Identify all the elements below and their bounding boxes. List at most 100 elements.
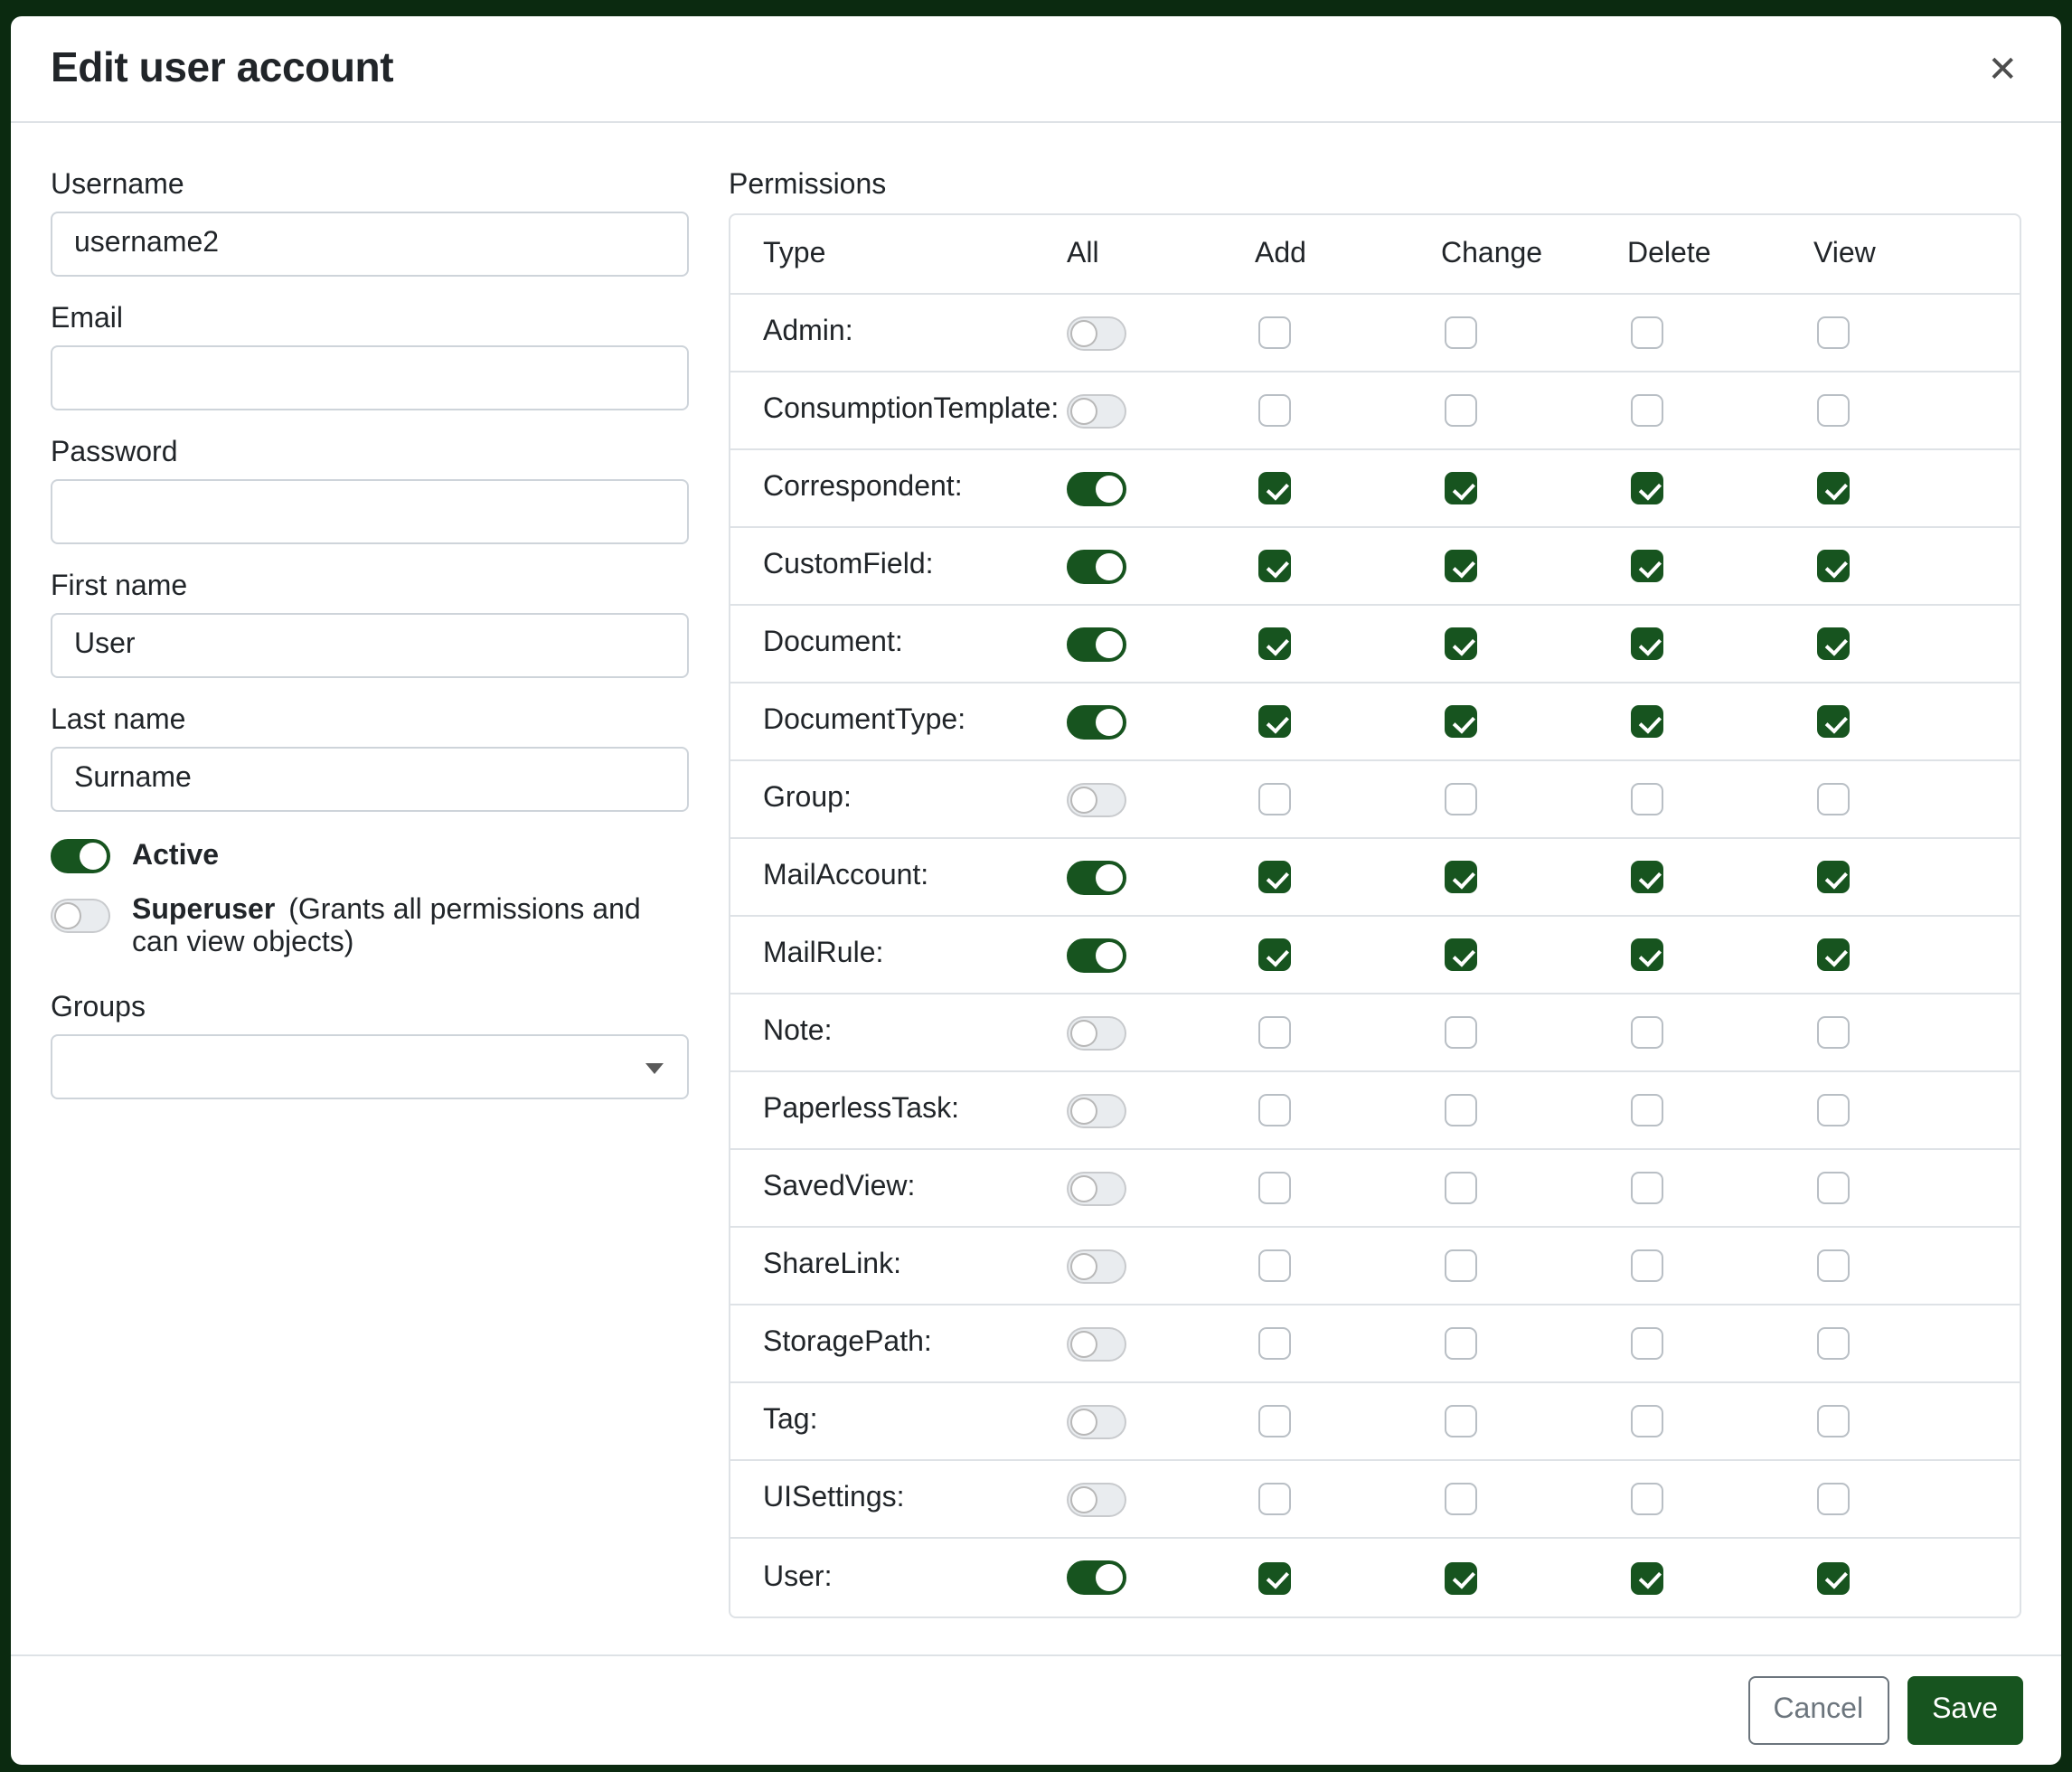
perm-view-checkbox[interactable] xyxy=(1817,1016,1850,1049)
perm-all-toggle[interactable] xyxy=(1067,627,1126,661)
perm-view-checkbox[interactable] xyxy=(1817,1405,1850,1437)
perm-change-checkbox[interactable] xyxy=(1445,1405,1477,1437)
perm-view-checkbox[interactable] xyxy=(1817,1327,1850,1360)
perm-view-checkbox[interactable] xyxy=(1817,394,1850,427)
perm-add-checkbox[interactable] xyxy=(1258,472,1291,504)
perm-change-checkbox[interactable] xyxy=(1445,861,1477,893)
perm-view-checkbox[interactable] xyxy=(1817,1172,1850,1204)
cancel-button[interactable]: Cancel xyxy=(1747,1675,1888,1745)
perm-all-toggle[interactable] xyxy=(1067,704,1126,739)
perm-change-checkbox[interactable] xyxy=(1445,472,1477,504)
perm-all-toggle[interactable] xyxy=(1067,1482,1126,1516)
perm-add-checkbox[interactable] xyxy=(1258,627,1291,660)
perm-add-checkbox[interactable] xyxy=(1258,550,1291,582)
perm-delete-checkbox[interactable] xyxy=(1631,627,1663,660)
perm-view-checkbox[interactable] xyxy=(1817,1561,1850,1594)
perm-all-toggle[interactable] xyxy=(1067,1326,1126,1361)
perm-delete-checkbox[interactable] xyxy=(1631,1172,1663,1204)
perm-change-checkbox[interactable] xyxy=(1445,1172,1477,1204)
perm-add-checkbox[interactable] xyxy=(1258,1094,1291,1126)
password-input[interactable] xyxy=(51,479,689,544)
perm-change-checkbox[interactable] xyxy=(1445,394,1477,427)
perm-delete-checkbox[interactable] xyxy=(1631,1327,1663,1360)
perm-change-checkbox[interactable] xyxy=(1445,705,1477,738)
perm-row: MailRule: xyxy=(730,917,2020,994)
perm-view-checkbox[interactable] xyxy=(1817,783,1850,815)
perm-add-checkbox[interactable] xyxy=(1258,394,1291,427)
perm-delete-checkbox[interactable] xyxy=(1631,1561,1663,1594)
perm-all-toggle[interactable] xyxy=(1067,1249,1126,1283)
perm-add-checkbox[interactable] xyxy=(1258,861,1291,893)
perm-change-checkbox[interactable] xyxy=(1445,550,1477,582)
perm-delete-checkbox[interactable] xyxy=(1631,1405,1663,1437)
perm-all-toggle[interactable] xyxy=(1067,1093,1126,1127)
perm-change-checkbox[interactable] xyxy=(1445,938,1477,971)
perm-all-toggle[interactable] xyxy=(1067,471,1126,505)
perm-all-toggle[interactable] xyxy=(1067,1171,1126,1205)
perm-all-toggle[interactable] xyxy=(1067,938,1126,972)
groups-select[interactable] xyxy=(51,1034,689,1099)
perm-view-checkbox[interactable] xyxy=(1817,1483,1850,1515)
email-input[interactable] xyxy=(51,345,689,410)
perm-view-checkbox[interactable] xyxy=(1817,550,1850,582)
perm-delete-checkbox[interactable] xyxy=(1631,1016,1663,1049)
perm-delete-checkbox[interactable] xyxy=(1631,1249,1663,1282)
perm-all-toggle[interactable] xyxy=(1067,1015,1126,1050)
perm-delete-checkbox[interactable] xyxy=(1631,550,1663,582)
perm-add-checkbox[interactable] xyxy=(1258,1172,1291,1204)
perm-delete-checkbox[interactable] xyxy=(1631,938,1663,971)
perm-change-checkbox[interactable] xyxy=(1445,1483,1477,1515)
perm-view-checkbox[interactable] xyxy=(1817,627,1850,660)
perm-view-checkbox[interactable] xyxy=(1817,861,1850,893)
perm-view-checkbox[interactable] xyxy=(1817,1249,1850,1282)
close-icon[interactable]: ✕ xyxy=(1983,43,2021,98)
perm-all-toggle[interactable] xyxy=(1067,860,1126,894)
perm-delete-checkbox[interactable] xyxy=(1631,1483,1663,1515)
perm-col-header: Type xyxy=(730,238,1067,270)
perm-add-checkbox[interactable] xyxy=(1258,1405,1291,1437)
username-input[interactable] xyxy=(51,212,689,277)
perm-view-checkbox[interactable] xyxy=(1817,705,1850,738)
perm-add-checkbox[interactable] xyxy=(1258,1483,1291,1515)
perm-add-checkbox[interactable] xyxy=(1258,783,1291,815)
perm-all-toggle[interactable] xyxy=(1067,1404,1126,1438)
perm-delete-checkbox[interactable] xyxy=(1631,472,1663,504)
last-name-input[interactable] xyxy=(51,747,689,812)
perm-add-checkbox[interactable] xyxy=(1258,938,1291,971)
perm-add-checkbox[interactable] xyxy=(1258,1016,1291,1049)
perm-delete-checkbox[interactable] xyxy=(1631,394,1663,427)
last-name-label: Last name xyxy=(51,705,689,738)
perm-delete-checkbox[interactable] xyxy=(1631,861,1663,893)
perm-change-checkbox[interactable] xyxy=(1445,1249,1477,1282)
save-button[interactable]: Save xyxy=(1907,1675,2023,1745)
superuser-toggle[interactable] xyxy=(51,899,110,933)
perm-change-checkbox[interactable] xyxy=(1445,316,1477,349)
perm-view-checkbox[interactable] xyxy=(1817,1094,1850,1126)
perm-add-checkbox[interactable] xyxy=(1258,1561,1291,1594)
perm-view-checkbox[interactable] xyxy=(1817,938,1850,971)
perm-add-checkbox[interactable] xyxy=(1258,1249,1291,1282)
perm-view-checkbox[interactable] xyxy=(1817,316,1850,349)
perm-change-checkbox[interactable] xyxy=(1445,1561,1477,1594)
perm-delete-checkbox[interactable] xyxy=(1631,316,1663,349)
perm-change-checkbox[interactable] xyxy=(1445,1327,1477,1360)
perm-change-checkbox[interactable] xyxy=(1445,627,1477,660)
perm-all-toggle[interactable] xyxy=(1067,782,1126,816)
perm-delete-checkbox[interactable] xyxy=(1631,783,1663,815)
perm-change-checkbox[interactable] xyxy=(1445,1094,1477,1126)
perm-add-checkbox[interactable] xyxy=(1258,316,1291,349)
perm-all-toggle[interactable] xyxy=(1067,316,1126,350)
perm-all-toggle[interactable] xyxy=(1067,1560,1126,1595)
perm-add-checkbox[interactable] xyxy=(1258,1327,1291,1360)
perm-change-checkbox[interactable] xyxy=(1445,783,1477,815)
perm-delete-checkbox[interactable] xyxy=(1631,705,1663,738)
perm-delete-checkbox[interactable] xyxy=(1631,1094,1663,1126)
perm-all-toggle[interactable] xyxy=(1067,393,1126,428)
toggle-knob xyxy=(1096,941,1123,968)
perm-all-toggle[interactable] xyxy=(1067,549,1126,583)
perm-change-checkbox[interactable] xyxy=(1445,1016,1477,1049)
perm-view-checkbox[interactable] xyxy=(1817,472,1850,504)
active-toggle[interactable] xyxy=(51,839,110,873)
first-name-input[interactable] xyxy=(51,613,689,678)
perm-add-checkbox[interactable] xyxy=(1258,705,1291,738)
